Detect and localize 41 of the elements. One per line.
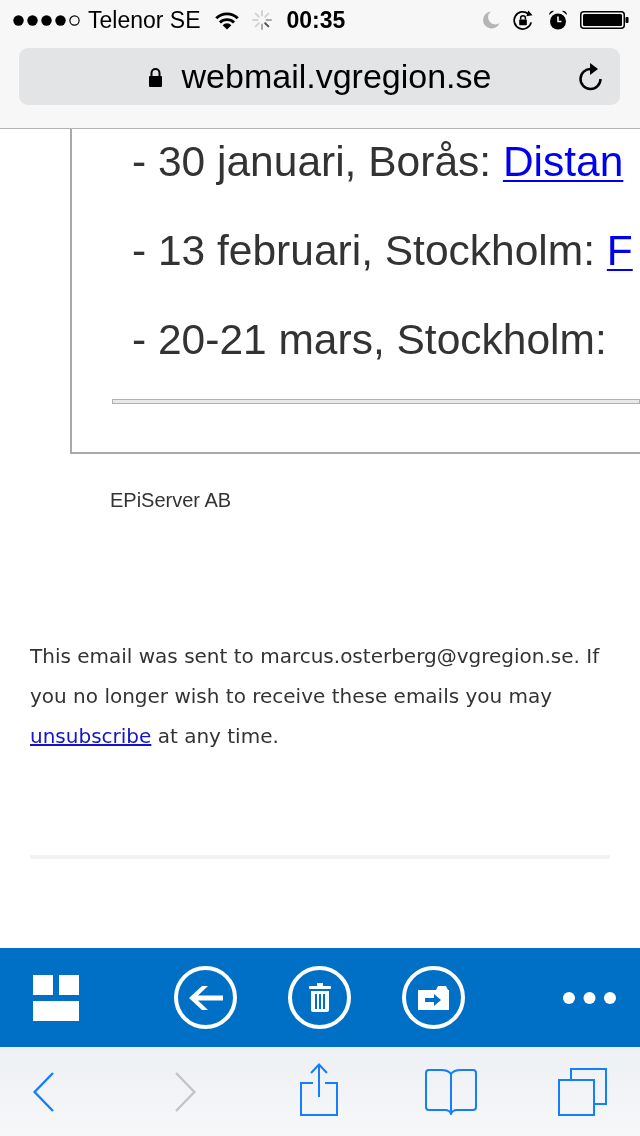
battery-icon [580,11,629,29]
more-dots-icon [563,991,616,1004]
event-line: - 20-21 mars, Stockholm: [131,315,608,365]
address-bar[interactable]: webmail.vgregion.se [19,48,620,105]
activity-spinner-icon [251,10,272,30]
unsubscribe-notice: This email was sent to marcus.osterberg@vgregion.se. If you no longer wish to receive these emails you may unsubscribe at any time. [30,643,601,750]
more-button[interactable] [563,991,616,1004]
chevron-left-icon [33,1071,54,1112]
trash-button[interactable] [288,966,351,1029]
tabs-icon [558,1067,607,1116]
event-line: - 30 januari, Borås: Distan [131,137,625,187]
event-link[interactable]: F [606,227,633,274]
url-text: webmail.vgregion.se [181,58,492,95]
chevron-right-icon [175,1071,196,1112]
tiles-icon [33,974,79,1021]
bookmarks-button[interactable] [425,1068,477,1115]
back-button[interactable] [33,1071,54,1112]
event-line: - 13 februari, Stockholm: F [131,226,634,276]
clock-time: 00:35 [286,8,346,32]
open-book-icon [425,1068,477,1115]
tabs-button[interactable] [558,1067,607,1116]
moon-icon [482,11,500,29]
signal-strength-icon [13,14,80,26]
carrier-name: Telenor SE [88,8,201,32]
share-icon [300,1062,338,1116]
reload-button[interactable] [578,62,604,91]
left-arrow-icon [188,985,223,1010]
folder-arrow-icon [418,985,449,1010]
reload-icon [578,62,604,91]
lock-icon [147,66,163,87]
move-to-folder-button[interactable] [402,966,465,1029]
event-link[interactable]: Distan [502,138,624,185]
trash-icon [308,983,331,1012]
tiles-button[interactable] [33,974,79,1021]
left-arrow-button[interactable] [174,966,237,1029]
company-name: EPiServer AB [110,488,233,512]
wifi-icon [213,10,240,30]
unsubscribe-link[interactable]: unsubscribe [30,724,152,748]
alarm-clock-icon [548,10,568,30]
share-button[interactable] [300,1062,338,1116]
rotation-lock-icon [512,9,535,31]
